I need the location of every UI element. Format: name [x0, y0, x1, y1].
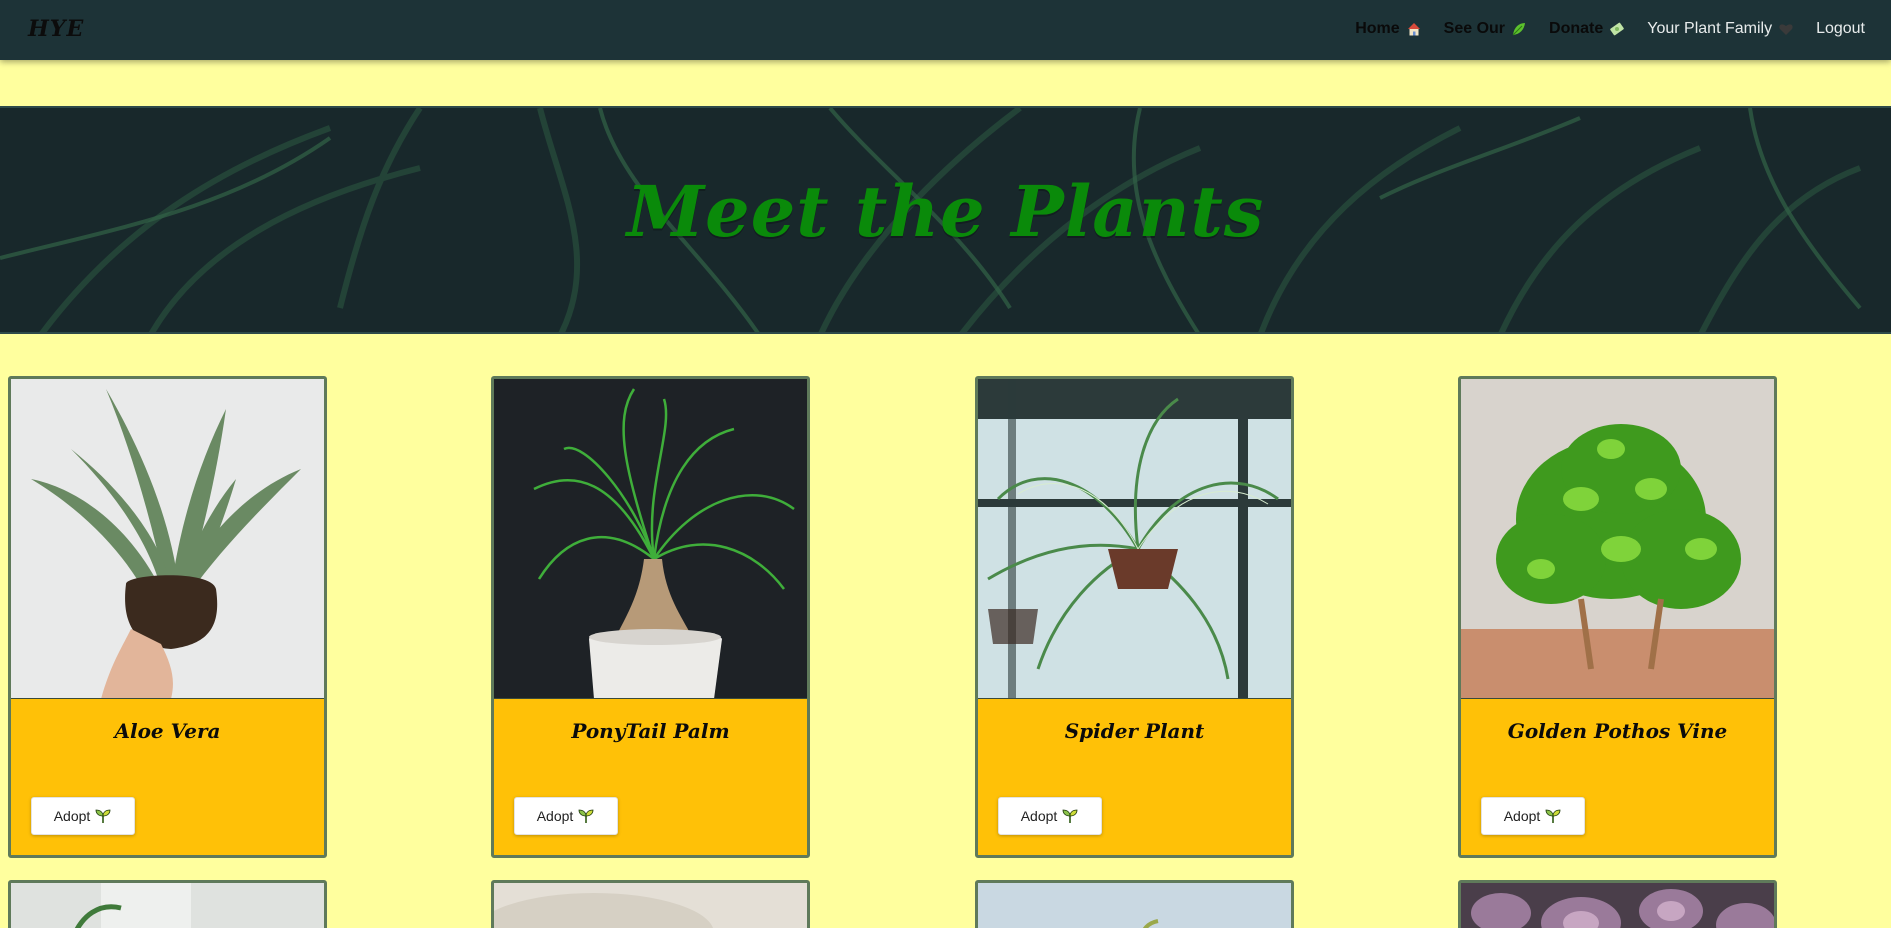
plant-card-partial	[491, 880, 810, 928]
adopt-button[interactable]: Adopt	[1481, 797, 1585, 835]
plant-name: Golden Pothos Vine	[1507, 719, 1728, 743]
adopt-button-label: Adopt	[1503, 808, 1541, 824]
sprout-icon	[95, 809, 111, 823]
leaf-icon	[1512, 23, 1526, 36]
plant-name: Aloe Vera	[114, 719, 221, 743]
nav-see-our-link[interactable]: See Our	[1444, 20, 1527, 38]
sprout-icon	[1545, 809, 1561, 823]
nav-home-label: Home	[1355, 20, 1400, 37]
plant-photo-partial	[1461, 883, 1774, 928]
adopt-button[interactable]: Adopt	[514, 797, 618, 835]
nav-see-our-label: See Our	[1443, 20, 1506, 37]
plant-card: PonyTail Palm Adopt	[491, 376, 810, 858]
heart-icon	[1779, 24, 1793, 35]
page-title: Meet the Plants	[626, 170, 1265, 253]
adopt-button-label: Adopt	[1020, 808, 1058, 824]
sprout-icon	[578, 809, 594, 823]
plant-card-partial	[1458, 880, 1777, 928]
plant-photo-partial	[494, 883, 807, 928]
money-icon	[1610, 22, 1625, 36]
house-icon	[1407, 23, 1420, 36]
nav-donate-link[interactable]: Donate	[1549, 20, 1625, 38]
plant-card: Spider Plant Adopt	[975, 376, 1294, 858]
plant-photo	[1461, 379, 1774, 699]
plant-photo	[494, 379, 807, 699]
nav-plant-family-link[interactable]: Your Plant Family	[1647, 20, 1794, 38]
nav-logout-label: Logout	[1816, 20, 1865, 37]
plant-photo-partial	[11, 883, 324, 928]
aloe-vera-image	[11, 379, 324, 698]
plant-photo-partial	[978, 883, 1291, 928]
nav-home-link[interactable]: Home	[1355, 20, 1421, 38]
nav-logout-link[interactable]: Logout	[1816, 20, 1865, 38]
brand-logo[interactable]: HYE	[28, 16, 84, 42]
plant-name: Spider Plant	[1064, 719, 1205, 743]
nav-donate-label: Donate	[1549, 20, 1604, 37]
plant-card: Aloe Vera Adopt	[8, 376, 327, 858]
golden-pothos-image	[1461, 379, 1774, 698]
navbar: HYE Home See Our Donate Your Plant Famil…	[0, 0, 1891, 60]
adopt-button-label: Adopt	[536, 808, 574, 824]
ponytail-palm-image	[494, 379, 807, 698]
plant-card-partial	[8, 880, 327, 928]
sprout-icon	[1062, 809, 1078, 823]
nav-links: Home See Our Donate Your Plant Family Lo…	[1355, 20, 1865, 38]
nav-plant-family-label: Your Plant Family	[1647, 20, 1773, 37]
spider-plant-image	[978, 379, 1291, 698]
plant-photo	[11, 379, 324, 699]
plant-name: PonyTail Palm	[571, 719, 730, 743]
hero-banner: Meet the Plants	[0, 106, 1891, 334]
adopt-button[interactable]: Adopt	[31, 797, 135, 835]
adopt-button-label: Adopt	[53, 808, 91, 824]
plant-card: Golden Pothos Vine Adopt	[1458, 376, 1777, 858]
adopt-button[interactable]: Adopt	[998, 797, 1102, 835]
plant-card-partial	[975, 880, 1294, 928]
plant-photo	[978, 379, 1291, 699]
